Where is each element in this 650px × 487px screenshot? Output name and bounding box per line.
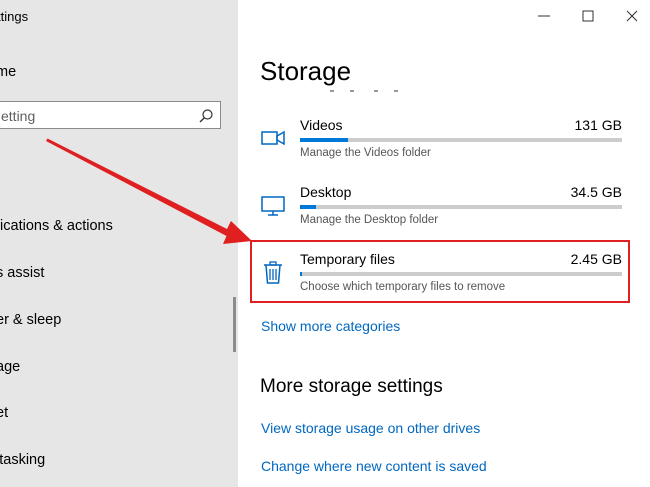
annotation-arrow xyxy=(46,138,252,244)
